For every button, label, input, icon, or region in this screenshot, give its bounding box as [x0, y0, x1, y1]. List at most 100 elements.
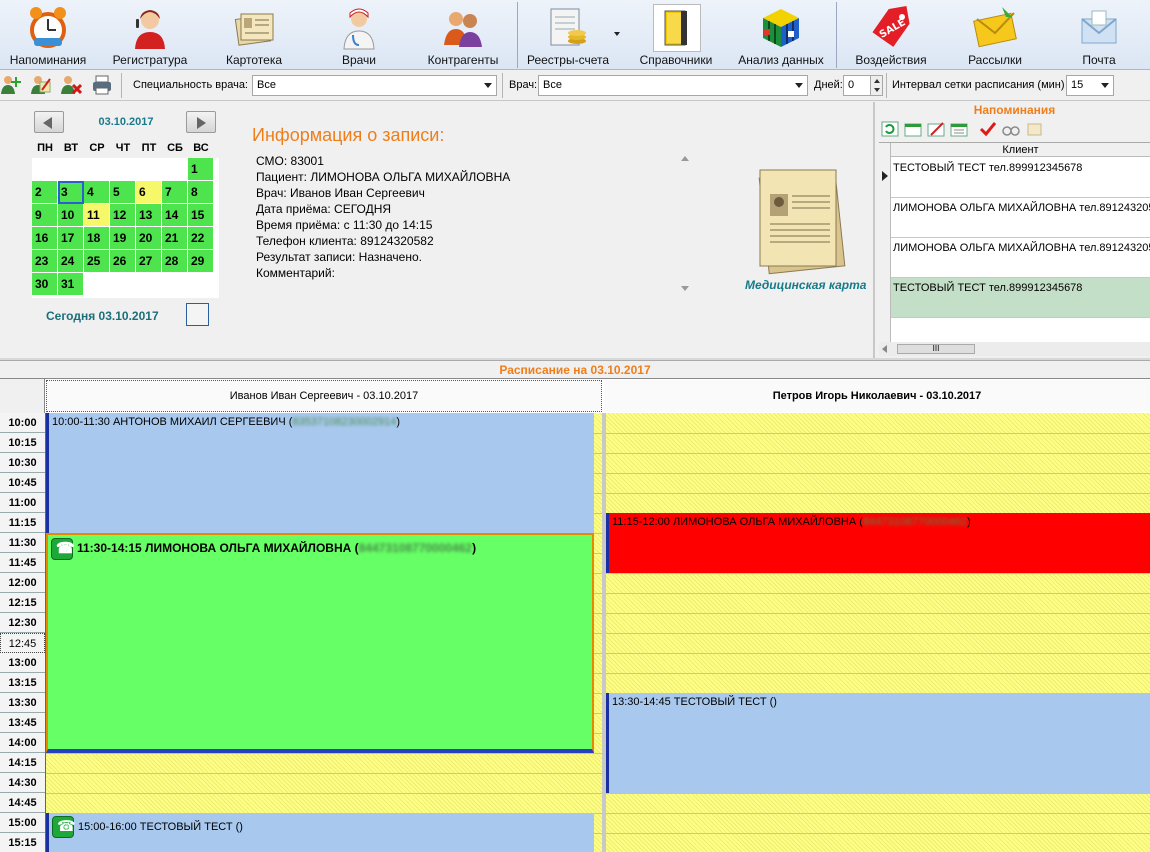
days-input[interactable]: 0	[843, 75, 871, 96]
reminder-row[interactable]: ЛИМОНОВА ОЛЬГА МИХАЙЛОВНА тел.8912432058…	[891, 238, 1150, 278]
scroll-left-icon[interactable]	[882, 345, 887, 353]
phone-icon[interactable]	[51, 538, 75, 560]
today-label[interactable]: Сегодня 03.10.2017	[46, 309, 159, 323]
calendar-day[interactable]: 14	[162, 204, 188, 227]
add-reminder-icon[interactable]	[904, 121, 922, 137]
column-header-petrov[interactable]: Петров Игорь Николаевич - 03.10.2017	[604, 380, 1150, 412]
influences-button[interactable]: SALE Воздействия	[848, 0, 934, 70]
calendar-day[interactable]: 8	[188, 181, 214, 204]
partners-button[interactable]: Контрагенты	[418, 0, 508, 70]
days-spinner[interactable]	[870, 75, 883, 96]
calendar-day[interactable]: 16	[32, 227, 58, 250]
calendar-day[interactable]: 5	[110, 181, 136, 204]
influences-label: Воздействия	[855, 53, 927, 67]
today-box[interactable]	[186, 303, 209, 326]
registers-label: Реестры-счета	[526, 53, 610, 67]
time-slot-label: 12:30	[0, 613, 45, 633]
column-header-ivanov[interactable]: Иванов Иван Сергеевич - 03.10.2017	[46, 380, 602, 412]
note-icon[interactable]	[1025, 121, 1043, 137]
appointment-text: 13:30-14:45 ТЕСТОВЫЙ ТЕСТ ()	[612, 696, 777, 708]
calendar-day[interactable]: 21	[162, 227, 188, 250]
reminder-row[interactable]: ЛИМОНОВА ОЛЬГА МИХАЙЛОВНА тел.8912432058…	[891, 198, 1150, 238]
specialty-value: Все	[257, 79, 276, 91]
calendar-day[interactable]: 1	[188, 158, 214, 181]
appointment-block[interactable]: 11:15-12:00 ЛИМОНОВА ОЛЬГА МИХАЙЛОВНА (8…	[606, 513, 1150, 573]
reminders-button[interactable]: Напоминания	[0, 0, 96, 70]
calendar-day[interactable]: 9	[32, 204, 58, 227]
ivanov-schedule-column[interactable]: 10:00-11:30 АНТОНОВ МИХАИЛ СЕРГЕЕВИЧ (83…	[46, 413, 602, 852]
scroll-down-icon[interactable]	[681, 286, 689, 291]
add-patient-icon[interactable]	[0, 74, 22, 96]
calendar-day[interactable]: 29	[188, 250, 214, 273]
appointment-block[interactable]: 15:00-16:00 ТЕСТОВЫЙ ТЕСТ ()	[46, 813, 594, 852]
weekday-label: СБ	[167, 142, 183, 154]
interval-select[interactable]: 15	[1066, 75, 1114, 96]
grid-line	[606, 793, 1150, 794]
calendar-day[interactable]: 24	[58, 250, 84, 273]
medical-card-label[interactable]: Медицинская карта	[745, 278, 866, 292]
medical-card-icon[interactable]	[752, 164, 852, 276]
calendar-day[interactable]: 13	[136, 204, 162, 227]
scroll-thumb[interactable]: III	[897, 344, 975, 354]
calendar-day[interactable]: 4	[84, 181, 110, 204]
calendar-day[interactable]: 7	[162, 181, 188, 204]
checkmark-icon[interactable]	[979, 121, 997, 137]
reminder-row-selected[interactable]: ТЕСТОВЫЙ ТЕСТ тел.899912345678	[891, 278, 1150, 318]
delete-patient-icon[interactable]	[60, 74, 82, 96]
calendar-day[interactable]: 30	[32, 273, 58, 296]
calendar-day[interactable]: 11	[84, 204, 110, 227]
next-month-button[interactable]	[186, 111, 216, 133]
appointment-block[interactable]: 11:30-14:15 ЛИМОНОВА ОЛЬГА МИХАЙЛОВНА (8…	[46, 533, 594, 753]
phone-icon[interactable]	[52, 816, 76, 838]
calendar-day[interactable]: 25	[84, 250, 110, 273]
appointment-block[interactable]: 10:00-11:30 АНТОНОВ МИХАИЛ СЕРГЕЕВИЧ (83…	[46, 413, 594, 533]
doctor-select[interactable]: Все	[538, 75, 808, 96]
edit-patient-icon[interactable]	[30, 74, 52, 96]
calendar-day[interactable]: 2	[32, 181, 58, 204]
registry-button[interactable]: Регистратура	[104, 0, 196, 70]
calendar-day[interactable]: 12	[110, 204, 136, 227]
calendar-day[interactable]: 17	[58, 227, 84, 250]
spinner-down-icon[interactable]	[874, 88, 880, 92]
card-file-label: Картотека	[225, 53, 283, 67]
calendar-day[interactable]: 10	[58, 204, 84, 227]
data-analysis-button[interactable]: Анализ данных	[734, 0, 828, 70]
card-file-button[interactable]: Картотека	[208, 0, 300, 70]
cube-icon	[763, 9, 799, 47]
petrov-schedule-column[interactable]: 11:15-12:00 ЛИМОНОВА ОЛЬГА МИХАЙЛОВНА (8…	[606, 413, 1150, 852]
prev-month-button[interactable]	[34, 111, 64, 133]
specialty-select[interactable]: Все	[252, 75, 497, 96]
calendar-day[interactable]: 23	[32, 250, 58, 273]
doctors-button[interactable]: Врачи	[318, 0, 400, 70]
spinner-up-icon[interactable]	[874, 79, 880, 83]
registers-dropdown-arrow[interactable]	[614, 32, 620, 36]
calendar-day[interactable]: 15	[188, 204, 214, 227]
edit-reminder-icon[interactable]	[927, 121, 945, 137]
info-scrollbar[interactable]	[678, 152, 692, 296]
partners-label: Контрагенты	[427, 53, 499, 67]
reference-books-button[interactable]: Справочники	[630, 0, 722, 70]
registers-button[interactable]: Реестры-счета	[522, 0, 614, 70]
calendar-day[interactable]: 20	[136, 227, 162, 250]
calendar-day[interactable]: 28	[162, 250, 188, 273]
refresh-icon[interactable]	[881, 121, 899, 137]
calendar-day[interactable]: 19	[110, 227, 136, 250]
calendar-day[interactable]: 18	[84, 227, 110, 250]
calendar-day[interactable]: 3	[58, 181, 84, 204]
calendar-day[interactable]: 27	[136, 250, 162, 273]
calendar-day[interactable]: 31	[58, 273, 84, 296]
calendar-day[interactable]: 26	[110, 250, 136, 273]
mailings-button[interactable]: Рассылки	[952, 0, 1038, 70]
appointment-block[interactable]: 13:30-14:45 ТЕСТОВЫЙ ТЕСТ ()	[606, 693, 1150, 793]
mail-button[interactable]: Почта	[1056, 0, 1142, 70]
reminders-hscrollbar[interactable]: III	[879, 342, 1150, 356]
calendar-day[interactable]: 22	[188, 227, 214, 250]
client-column-header[interactable]: Клиент	[891, 143, 1150, 157]
reminder-row[interactable]: ТЕСТОВЫЙ ТЕСТ тел.899912345678	[891, 158, 1150, 198]
calendar-day[interactable]: 6	[136, 181, 162, 204]
print-icon[interactable]	[91, 74, 113, 96]
glasses-icon[interactable]	[1002, 121, 1020, 137]
list-reminder-icon[interactable]	[950, 121, 968, 137]
scroll-up-icon[interactable]	[681, 156, 689, 161]
splitter[interactable]	[0, 358, 1150, 361]
